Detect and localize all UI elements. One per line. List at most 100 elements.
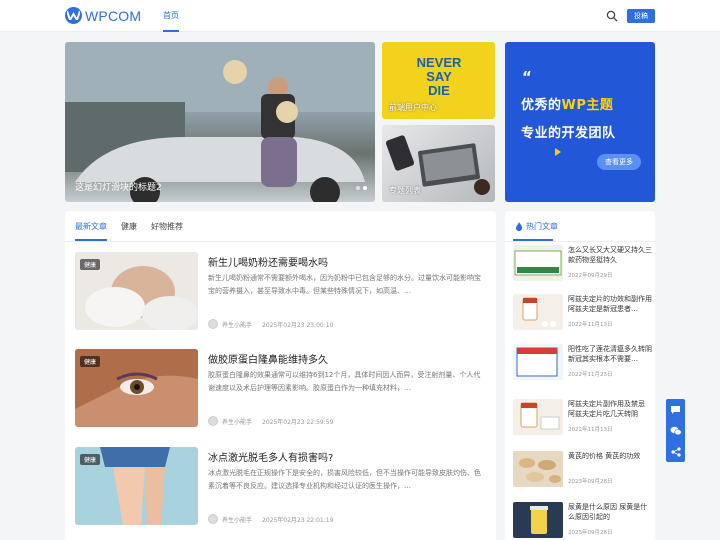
hot-article-thumbnail[interactable]: [513, 294, 563, 330]
article-item[interactable]: 健康 做胶原蛋白隆鼻能维持多久 胶原蛋白隆鼻的效果通常可以维持6到12个月，具体…: [75, 349, 486, 427]
slider-caption[interactable]: 这是幻灯滑块的标题2: [75, 180, 162, 193]
floating-toolbar: [666, 399, 685, 462]
hot-article-thumbnail[interactable]: [513, 399, 563, 435]
divider: [505, 241, 655, 242]
pill-bottle-image: [522, 297, 556, 327]
hot-article-item[interactable]: 尿黄是什么原因 尿黄是什么原因引起的 2023年09月28日: [513, 502, 653, 540]
category-badge[interactable]: 健康: [80, 356, 101, 367]
article-excerpt: 胶原蛋白隆鼻的效果通常可以维持6到12个月，具体时间因人而异，受注射剂量、个人代…: [208, 371, 481, 392]
divider: [65, 241, 496, 242]
play-icon: [555, 148, 561, 156]
medicine-box-image: [514, 250, 562, 276]
slider-pagination[interactable]: [356, 186, 367, 190]
hot-article-date: 2023年09月28日: [568, 479, 613, 485]
astragalus-image: [519, 458, 561, 483]
hot-article-title[interactable]: 黄芪的价格 黄芪的功效: [568, 451, 653, 471]
article-list-card: 最新文章 健康 好物推荐 健康 新生儿喝奶粉还需要喝水吗 新生儿喝奶粉通常不需要…: [65, 211, 496, 540]
article-tabs: 最新文章 健康 好物推荐: [75, 221, 183, 232]
chat-bubble-icon: [671, 405, 680, 414]
avatar[interactable]: [208, 416, 218, 426]
tile-label: 专题列表: [389, 186, 421, 195]
hot-article-title[interactable]: 阿兹夫定片的功效和副作用 阿兹夫定是新冠患者…: [568, 294, 653, 314]
nav-active-indicator: [163, 30, 179, 32]
hot-articles-header: 热门文章: [515, 221, 558, 232]
author-name[interactable]: 养生小能手: [222, 417, 252, 426]
tab-health[interactable]: 健康: [121, 221, 137, 232]
hot-article-date: 2023年09月28日: [568, 530, 613, 536]
share-icon: [670, 446, 681, 457]
never-say-die-poster: NEVER SAY DIE: [416, 55, 462, 98]
hot-article-title[interactable]: 阳性吃了莲花清瘟多久转阴 新冠其实根本不需要…: [568, 344, 653, 364]
article-thumbnail[interactable]: 健康: [75, 349, 198, 427]
hot-article-date: 2022年11月13日: [568, 427, 613, 433]
hot-articles-title: 热门文章: [526, 222, 558, 231]
quote-mark: “: [522, 68, 532, 86]
article-title[interactable]: 做胶原蛋白隆鼻能维持多久: [208, 351, 328, 366]
hot-article-title[interactable]: 怎么又长又大又硬又持久三款药物坚挺持久: [568, 245, 653, 265]
promo-line1-prefix: 优秀的: [521, 98, 562, 113]
post-button[interactable]: 投稿: [627, 9, 655, 23]
slider-image: [65, 42, 375, 202]
article-item[interactable]: 健康 新生儿喝奶粉还需要喝水吗 新生儿喝奶粉通常不需要额外喝水，因为奶粉中已包含…: [75, 252, 486, 330]
post-date: 2025年02月23 22:59:59: [262, 418, 334, 426]
promo-banner[interactable]: “ 优秀的WP主题 专业的开发团队 查看更多: [505, 42, 655, 202]
flame-icon: [516, 222, 522, 231]
article-thumbnail[interactable]: 健康: [75, 252, 198, 330]
hot-article-date: 2022年11月23日: [568, 372, 613, 378]
author-name[interactable]: 养生小能手: [222, 515, 252, 524]
hot-article-item[interactable]: 阿兹夫定片副作用及禁忌 阿兹夫定片吃几天转阴 2022年11月13日: [513, 399, 653, 443]
hot-article-title[interactable]: 阿兹夫定片副作用及禁忌 阿兹夫定片吃几天转阴: [568, 399, 653, 419]
hot-article-date: 2022年09月29日: [568, 273, 613, 279]
article-title[interactable]: 新生儿喝奶粉还需要喝水吗: [208, 254, 328, 269]
search-icon[interactable]: [606, 10, 618, 22]
avatar[interactable]: [208, 319, 218, 329]
medicine-box-image: [516, 347, 558, 377]
hot-article-date: 2022年11月13日: [568, 322, 613, 328]
promo-line1-highlight: WP主题: [561, 98, 614, 113]
hot-article-item[interactable]: 黄芪的价格 黄芪的功效 2023年09月28日: [513, 451, 653, 495]
hot-article-item[interactable]: 怎么又长又大又硬又持久三款药物坚挺持久 2022年09月29日: [513, 245, 653, 289]
pill-bottle-image: [520, 402, 560, 430]
contact-button[interactable]: [666, 399, 685, 420]
article-meta: 养生小能手 2025年02月23 23:00:10: [208, 319, 333, 329]
article-item[interactable]: 健康 冰点激光脱毛多人有损害吗? 冰点激光脱毛在正规操作下是安全的，损害风险较低…: [75, 447, 486, 525]
slider-dot[interactable]: [356, 186, 360, 190]
site-header: WPCOM 首页 投稿: [0, 0, 720, 32]
category-badge[interactable]: 健康: [80, 454, 101, 465]
article-meta: 养生小能手 2025年02月23 22:59:59: [208, 416, 333, 426]
hot-article-thumbnail[interactable]: [513, 451, 563, 487]
author-name[interactable]: 养生小能手: [222, 320, 252, 329]
promo-line1: 优秀的WP主题: [521, 94, 613, 113]
hot-article-thumbnail[interactable]: [513, 245, 563, 281]
promo-line2: 专业的开发团队: [521, 126, 616, 141]
post-date: 2025年02月23 23:00:10: [262, 321, 334, 329]
hot-article-thumbnail[interactable]: [513, 344, 563, 380]
article-meta: 养生小能手 2025年02月23 22:01:19: [208, 514, 333, 524]
urine-cup-image: [530, 506, 548, 534]
hot-article-item[interactable]: 阿兹夫定片的功效和副作用 阿兹夫定是新冠患者… 2022年11月13日: [513, 294, 653, 338]
tile-user-center[interactable]: NEVER SAY DIE 前端用户中心: [382, 42, 495, 119]
hot-article-item[interactable]: 阳性吃了莲花清瘟多久转阴 新冠其实根本不需要… 2022年11月23日: [513, 344, 653, 388]
hot-articles-card: 热门文章 怎么又长又大又硬又持久三款药物坚挺持久 2022年09月29日 阿兹夫…: [505, 211, 655, 540]
logo-text: WPCOM: [85, 7, 142, 24]
wechat-icon: [670, 426, 682, 435]
view-more-button[interactable]: 查看更多: [597, 154, 641, 170]
hot-article-thumbnail[interactable]: [513, 502, 563, 538]
tab-latest[interactable]: 最新文章: [75, 221, 107, 232]
logo-icon: [65, 7, 82, 24]
nav-home-link[interactable]: 首页: [163, 10, 179, 21]
category-badge[interactable]: 健康: [80, 259, 101, 270]
tab-recommend[interactable]: 好物推荐: [151, 221, 183, 232]
featured-slider[interactable]: 这是幻灯滑块的标题2: [65, 42, 375, 202]
site-logo[interactable]: WPCOM: [65, 7, 141, 24]
hot-article-title[interactable]: 尿黄是什么原因 尿黄是什么原因引起的: [568, 502, 653, 522]
slider-dot-active[interactable]: [363, 186, 367, 190]
tile-label: 前端用户中心: [389, 103, 437, 112]
wechat-button[interactable]: [666, 420, 685, 441]
article-thumbnail[interactable]: 健康: [75, 447, 198, 525]
avatar[interactable]: [208, 514, 218, 524]
tile-topics[interactable]: 专题列表: [382, 125, 495, 202]
share-button[interactable]: [666, 441, 685, 462]
article-title[interactable]: 冰点激光脱毛多人有损害吗?: [208, 449, 333, 464]
article-excerpt: 冰点激光脱毛在正规操作下是安全的，损害风险较低，但不当操作可能导致皮肤灼伤、色素…: [208, 469, 481, 490]
